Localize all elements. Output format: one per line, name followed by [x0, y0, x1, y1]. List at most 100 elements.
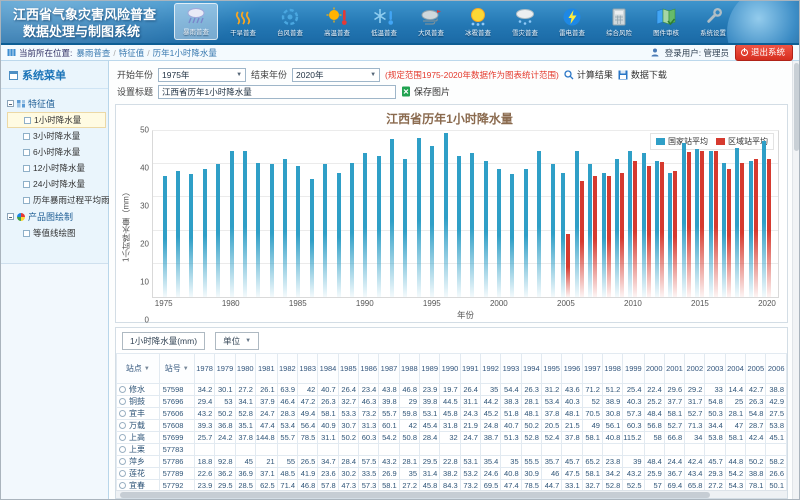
breadcrumb-item[interactable]: 特征值	[119, 47, 145, 59]
station-radio[interactable]	[119, 398, 126, 405]
station-radio[interactable]	[119, 482, 126, 489]
sidebar-item-24小时降水量[interactable]: 24小时降水量	[7, 176, 106, 192]
nav-item-rain-cloud[interactable]: 暴雨普查	[174, 3, 218, 40]
table-row-宜丰: 宜丰5760643.250.252.824.728.349.458.153.37…	[117, 408, 787, 420]
sidebar-item-3小时降水量[interactable]: 3小时降水量	[7, 128, 106, 144]
bar-group-1993	[399, 131, 412, 297]
breadcrumb-item[interactable]: 暴雨普查	[76, 47, 110, 59]
value-cell: 29.5	[215, 480, 235, 491]
horizontal-scrollbar[interactable]	[116, 490, 787, 498]
value-cell: 69.5	[480, 480, 500, 491]
bar-group-2015	[693, 131, 706, 297]
tree-group-features[interactable]: 特征值	[7, 95, 106, 112]
value-cell	[541, 444, 561, 456]
value-cell	[746, 444, 766, 456]
bar-group-1999	[479, 131, 492, 297]
unit-dropdown[interactable]: 单位▼	[215, 332, 259, 350]
value-cell: 38.9	[602, 396, 622, 408]
value-cell: 26.6	[766, 468, 787, 480]
station-radio[interactable]	[119, 410, 126, 417]
tree-toggle-icon[interactable]	[7, 213, 14, 220]
value-cell: 53	[215, 396, 235, 408]
value-cell: 53.1	[460, 456, 480, 468]
table-row-莲花: 莲花5778922.636.236.937.148.541.923.630.23…	[117, 468, 787, 480]
regional-station-bar-2005	[566, 234, 570, 297]
station-radio[interactable]	[119, 458, 126, 465]
station-id-cell: 57789	[159, 468, 194, 480]
station-id-column-header[interactable]: 站号▼	[159, 354, 194, 384]
save-image-button[interactable]: 保存图片	[401, 85, 450, 98]
value-cell: 92.8	[215, 456, 235, 468]
nav-item-wind-cloud[interactable]: 大风普查	[409, 5, 453, 40]
sidebar-item-12小时降水量[interactable]: 12小时降水量	[7, 160, 106, 176]
national-station-bar-1982	[256, 163, 260, 297]
scrollbar-thumb[interactable]	[794, 63, 799, 151]
scrollbar-thumb[interactable]	[120, 492, 710, 498]
value-cell: 37.7	[664, 396, 684, 408]
nav-item-sun-thermometer[interactable]: 高温普查	[315, 5, 359, 40]
sidebar-item-历年暴雨过程平均雨量[interactable]: 历年暴雨过程平均雨量	[7, 192, 106, 208]
x-tick-slot: 1995	[425, 298, 438, 309]
end-year-select[interactable]: 2020年▼	[292, 68, 380, 82]
bar-group-2007	[586, 131, 599, 297]
value-cell: 73.2	[460, 480, 480, 491]
value-cell: 23.9	[194, 480, 214, 491]
bar-group-2005	[559, 131, 572, 297]
measure-select-button[interactable]: 1小时降水量(mm)	[122, 332, 205, 350]
nav-item-label: 低温普查	[371, 28, 397, 37]
station-column-header[interactable]: 站点▼	[117, 354, 160, 384]
y-tick-label: 40	[140, 164, 149, 173]
value-cell: 47.4	[255, 420, 277, 432]
x-tick-slot: 1990	[358, 298, 371, 309]
nav-item-heat-waves[interactable]: 干旱普查	[221, 5, 265, 40]
calculate-button[interactable]: 计算结果	[564, 68, 613, 81]
value-cell: 28.1	[399, 456, 419, 468]
x-tick-slot	[586, 298, 599, 309]
station-radio[interactable]	[119, 422, 126, 429]
sidebar-item-等值线绘图[interactable]: 等值线绘图	[7, 225, 106, 241]
app-header: 江西省气象灾害风险普查 数据处理与制图系统 暴雨普查干旱普查台风普查高温普查低温…	[1, 1, 799, 45]
filter-icon[interactable]: ▼	[183, 366, 189, 372]
logout-button[interactable]: 退出系统	[735, 44, 793, 61]
x-tick-slot	[653, 298, 666, 309]
value-cell: 44.8	[725, 456, 745, 468]
sidebar-item-1小时降水量[interactable]: 1小时降水量	[7, 112, 106, 128]
nav-item-hail-cloud[interactable]: 冰雹普查	[456, 5, 500, 40]
regional-station-bar-2012	[660, 162, 664, 297]
bar-group-1983	[265, 131, 278, 297]
sidebar-item-6小时降水量[interactable]: 6小时降水量	[7, 144, 106, 160]
x-tick-slot	[237, 298, 250, 309]
station-name-cell: 万载	[117, 420, 160, 432]
sidebar: 系统菜单 特征值1小时降水量3小时降水量6小时降水量12小时降水量24小时降水量…	[1, 61, 109, 499]
year-column-header: 1980	[235, 354, 255, 384]
nav-item-calculator[interactable]: 综合风险	[597, 5, 641, 40]
nav-item-wrench[interactable]: 系统设置	[691, 5, 735, 40]
station-radio[interactable]	[119, 446, 126, 453]
main-content: 开始年份 1975年▼ 结束年份 2020年▼ (规定范围1975-2020年数…	[109, 61, 792, 499]
national-station-bar-1995	[430, 146, 434, 297]
nav-item-map-check[interactable]: 图件审核	[644, 5, 688, 40]
download-button[interactable]: 数据下载	[618, 68, 667, 81]
national-station-bar-2020	[762, 141, 766, 297]
nav-item-cold-thermometer[interactable]: 低温普查	[362, 5, 406, 40]
start-year-select[interactable]: 1975年▼	[158, 68, 246, 82]
nav-item-lightning[interactable]: 雷电普查	[550, 5, 594, 40]
tree-group-label: 产品图绘制	[28, 210, 73, 223]
station-radio[interactable]	[119, 386, 126, 393]
x-tick-slot	[733, 298, 746, 309]
nav-item-typhoon[interactable]: 台风普查	[268, 5, 312, 40]
value-cell: 30.8	[602, 408, 622, 420]
national-station-bar-2007	[588, 164, 592, 297]
filter-icon[interactable]: ▼	[144, 366, 150, 372]
breadcrumb-item[interactable]: 历年1小时降水量	[153, 47, 217, 59]
station-radio[interactable]	[119, 470, 126, 477]
station-radio[interactable]	[119, 434, 126, 441]
chart-title-input[interactable]	[158, 85, 396, 99]
chart-title-label: 设置标题	[117, 85, 153, 98]
vertical-scrollbar[interactable]	[792, 61, 799, 499]
tree-group-products[interactable]: 产品图绘制	[7, 208, 106, 225]
national-station-bar-2000	[497, 169, 501, 297]
year-column-header: 2001	[664, 354, 684, 384]
nav-item-snow-cloud[interactable]: 雪灾普查	[503, 5, 547, 40]
tree-toggle-icon[interactable]	[7, 100, 14, 107]
